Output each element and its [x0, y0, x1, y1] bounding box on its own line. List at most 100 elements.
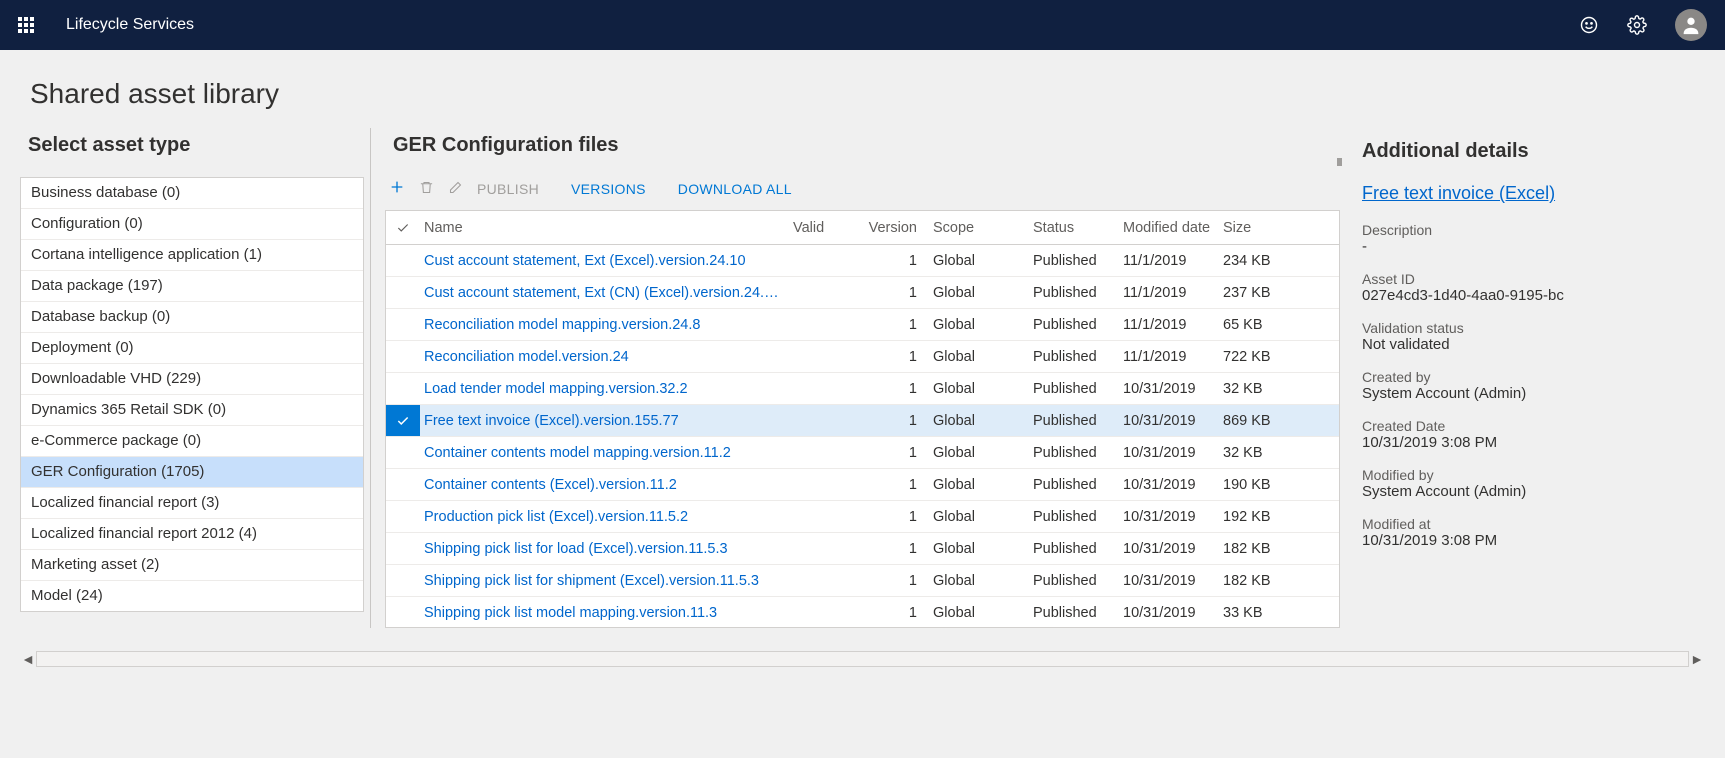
asset-type-item[interactable]: Localized financial report (3) — [21, 488, 363, 519]
scroll-left-icon[interactable]: ◄ — [20, 651, 36, 667]
file-name-link[interactable]: Container contents (Excel).version.11.2 — [420, 473, 789, 497]
row-checkbox[interactable] — [386, 513, 420, 521]
feedback-icon[interactable] — [1579, 15, 1599, 35]
cell: 182 KB — [1219, 537, 1339, 561]
versions-button[interactable]: VERSIONS — [571, 181, 646, 197]
row-checkbox[interactable] — [386, 321, 420, 329]
col-name[interactable]: Name — [420, 214, 789, 242]
select-all-icon[interactable] — [396, 221, 410, 235]
detail-value: 10/31/2019 3:08 PM — [1362, 532, 1725, 549]
file-name-link[interactable]: Load tender model mapping.version.32.2 — [420, 377, 789, 401]
file-name-link[interactable]: Free text invoice (Excel).version.155.77 — [420, 409, 789, 433]
file-name-link[interactable]: Production pick list (Excel).version.11.… — [420, 505, 789, 529]
table-row[interactable]: Load tender model mapping.version.32.21G… — [386, 373, 1339, 405]
app-name[interactable]: Lifecycle Services — [66, 16, 194, 34]
asset-type-item[interactable]: Model (24) — [21, 581, 363, 611]
file-name-link[interactable]: Shipping pick list for load (Excel).vers… — [420, 537, 789, 561]
file-name-link[interactable]: Shipping pick list model mapping.version… — [420, 601, 789, 625]
add-icon[interactable] — [389, 179, 405, 198]
download-all-button[interactable]: DOWNLOAD ALL — [678, 181, 792, 197]
table-row[interactable]: Shipping pick list for shipment (Excel).… — [386, 565, 1339, 597]
main-area: Select asset type Business database (0)C… — [0, 128, 1725, 638]
horizontal-scrollbar[interactable]: ◄ ► — [20, 650, 1705, 668]
col-version[interactable]: Version — [859, 214, 929, 242]
file-name-link[interactable]: Reconciliation model.version.24 — [420, 345, 789, 369]
scroll-right-icon[interactable]: ► — [1689, 651, 1705, 667]
asset-type-item[interactable]: e-Commerce package (0) — [21, 426, 363, 457]
cell: 237 KB — [1219, 281, 1339, 305]
asset-type-list: Business database (0)Configuration (0)Co… — [20, 177, 364, 612]
detail-value: - — [1362, 238, 1725, 255]
file-name-link[interactable]: Container contents model mapping.version… — [420, 441, 789, 465]
table-row[interactable]: Container contents (Excel).version.11.21… — [386, 469, 1339, 501]
row-checkbox[interactable] — [386, 577, 420, 585]
cell: 10/31/2019 — [1119, 601, 1219, 625]
col-modified[interactable]: Modified date — [1119, 214, 1219, 242]
file-name-link[interactable]: Shipping pick list for shipment (Excel).… — [420, 569, 789, 593]
asset-type-item[interactable]: Database backup (0) — [21, 302, 363, 333]
asset-type-item[interactable]: Configuration (0) — [21, 209, 363, 240]
file-name-link[interactable]: Cust account statement, Ext (CN) (Excel)… — [420, 281, 789, 305]
asset-type-item[interactable]: Cortana intelligence application (1) — [21, 240, 363, 271]
row-checkbox[interactable] — [386, 609, 420, 617]
row-checkbox[interactable] — [386, 385, 420, 393]
settings-icon[interactable] — [1627, 15, 1647, 35]
asset-type-item[interactable]: Data package (197) — [21, 271, 363, 302]
table-row[interactable]: Container contents model mapping.version… — [386, 437, 1339, 469]
table-row[interactable]: Reconciliation model mapping.version.24.… — [386, 309, 1339, 341]
table-row[interactable]: Cust account statement, Ext (CN) (Excel)… — [386, 277, 1339, 309]
cell — [789, 609, 859, 617]
cell — [789, 481, 859, 489]
cell: Published — [1029, 569, 1119, 593]
col-scope[interactable]: Scope — [929, 214, 1029, 242]
table-row[interactable]: Reconciliation model.version.241GlobalPu… — [386, 341, 1339, 373]
asset-type-item[interactable]: Marketing asset (2) — [21, 550, 363, 581]
cell: 10/31/2019 — [1119, 409, 1219, 433]
row-checkbox[interactable] — [386, 353, 420, 361]
cell: Published — [1029, 377, 1119, 401]
row-checkbox[interactable] — [386, 405, 420, 436]
top-bar: Lifecycle Services — [0, 0, 1725, 50]
user-avatar[interactable] — [1675, 9, 1707, 41]
cell: Published — [1029, 473, 1119, 497]
cell: 1 — [859, 409, 929, 433]
app-launcher-icon[interactable] — [18, 17, 34, 33]
cell: 10/31/2019 — [1119, 377, 1219, 401]
col-valid[interactable]: Valid — [789, 214, 859, 242]
asset-type-item[interactable]: Deployment (0) — [21, 333, 363, 364]
table-row[interactable]: Production pick list (Excel).version.11.… — [386, 501, 1339, 533]
cell: Global — [929, 313, 1029, 337]
delete-icon — [419, 180, 434, 198]
cell: Global — [929, 345, 1029, 369]
cell: 10/31/2019 — [1119, 569, 1219, 593]
asset-title-link[interactable]: Free text invoice (Excel) — [1362, 183, 1725, 204]
detail-field: Modified bySystem Account (Admin) — [1362, 467, 1725, 500]
asset-type-item[interactable]: Dynamics 365 Retail SDK (0) — [21, 395, 363, 426]
row-checkbox[interactable] — [386, 481, 420, 489]
row-checkbox[interactable] — [386, 449, 420, 457]
row-checkbox[interactable] — [386, 545, 420, 553]
asset-type-heading: Select asset type — [20, 128, 370, 177]
cell: 11/1/2019 — [1119, 281, 1219, 305]
cell: Published — [1029, 537, 1119, 561]
row-checkbox[interactable] — [386, 257, 420, 265]
detail-label: Description — [1362, 222, 1725, 238]
table-row[interactable]: Cust account statement, Ext (Excel).vers… — [386, 245, 1339, 277]
splitter-handle[interactable] — [1337, 158, 1342, 166]
row-checkbox[interactable] — [386, 289, 420, 297]
table-row[interactable]: Shipping pick list for load (Excel).vers… — [386, 533, 1339, 565]
table-row[interactable]: Shipping pick list model mapping.version… — [386, 597, 1339, 627]
detail-field: Created Date10/31/2019 3:08 PM — [1362, 418, 1725, 451]
cell: Published — [1029, 601, 1119, 625]
cell — [789, 449, 859, 457]
col-size[interactable]: Size — [1219, 214, 1339, 242]
file-name-link[interactable]: Cust account statement, Ext (Excel).vers… — [420, 249, 789, 273]
table-row[interactable]: Free text invoice (Excel).version.155.77… — [386, 405, 1339, 437]
file-name-link[interactable]: Reconciliation model mapping.version.24.… — [420, 313, 789, 337]
asset-type-item[interactable]: Downloadable VHD (229) — [21, 364, 363, 395]
asset-type-item[interactable]: Business database (0) — [21, 178, 363, 209]
asset-type-item[interactable]: GER Configuration (1705) — [21, 457, 363, 488]
detail-label: Created Date — [1362, 418, 1725, 434]
col-status[interactable]: Status — [1029, 214, 1119, 242]
asset-type-item[interactable]: Localized financial report 2012 (4) — [21, 519, 363, 550]
